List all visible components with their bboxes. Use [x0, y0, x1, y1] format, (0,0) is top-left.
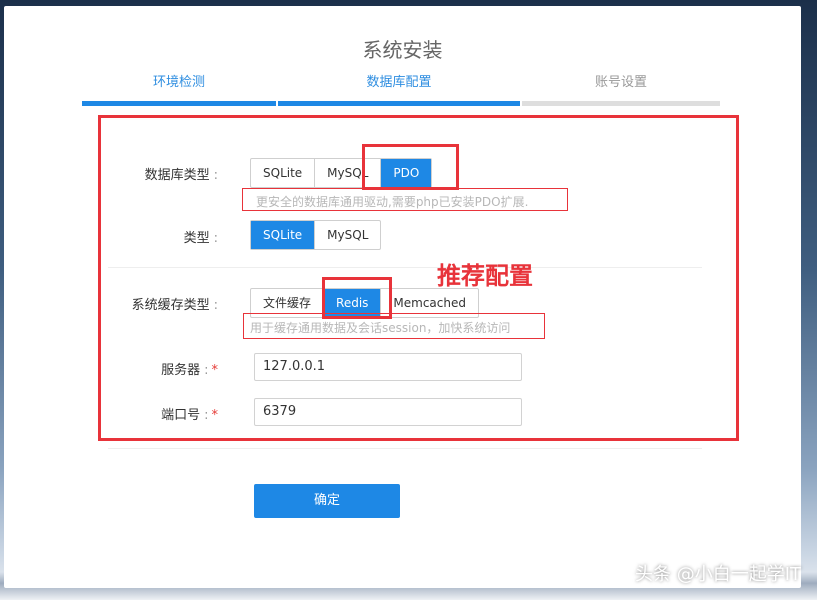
annotation-pdo-highlight — [362, 144, 459, 190]
step-env-check[interactable]: 环境检测 — [82, 74, 276, 108]
annotation-cache-hint-highlight — [243, 313, 545, 339]
page-title: 系统安装 — [362, 38, 443, 62]
step-label: 数据库配置 — [366, 75, 432, 90]
step-account-setup[interactable]: 账号设置 — [522, 74, 720, 108]
form-divider — [108, 448, 702, 449]
step-label: 账号设置 — [594, 75, 647, 90]
annotation-label: 推荐配置 — [437, 262, 533, 290]
step-bar — [522, 101, 720, 106]
step-db-config[interactable]: 数据库配置 — [278, 74, 520, 108]
confirm-button[interactable]: 确定 — [254, 484, 400, 518]
watermark: 头条 @小白一起学IT — [634, 564, 801, 585]
annotation-db-hint-highlight — [242, 188, 568, 211]
step-bar — [82, 101, 276, 106]
step-label: 环境检测 — [152, 75, 205, 90]
step-progress: 环境检测 数据库配置 账号设置 — [82, 74, 720, 108]
step-bar — [278, 101, 520, 106]
